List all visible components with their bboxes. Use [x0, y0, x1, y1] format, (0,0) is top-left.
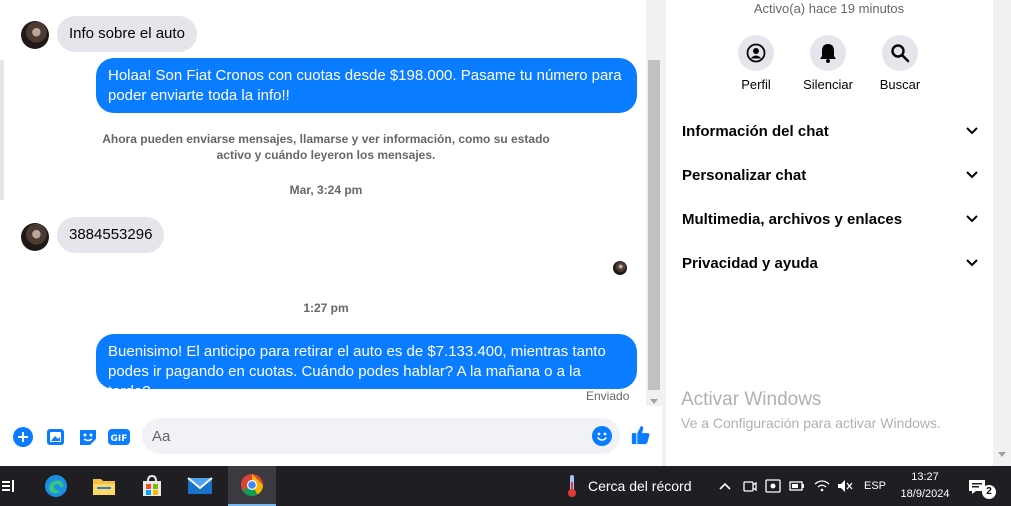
wifi-icon[interactable]	[813, 476, 831, 496]
scrollbar-thumb[interactable]	[648, 60, 660, 390]
search-button[interactable]: Buscar	[864, 35, 936, 92]
taskview-icon[interactable]	[0, 466, 16, 506]
edge-icon[interactable]	[38, 466, 74, 506]
message-text-line: Buenisimo! El anticipo para retirar el a…	[108, 343, 606, 360]
incoming-message[interactable]: Info sobre el auto	[57, 16, 197, 52]
outgoing-message[interactable]: Holaa! Son Fiat Cronos con cuotas desde …	[96, 58, 637, 113]
bell-icon	[810, 35, 846, 71]
weather-text: Cerca del récord	[588, 478, 692, 494]
mute-button[interactable]: Silenciar	[792, 35, 864, 92]
section-privacy-help[interactable]: Privacidad y ayuda	[682, 252, 980, 274]
weather-widget[interactable]: Cerca del récord	[588, 466, 698, 506]
clock-date: 18/9/2024	[900, 488, 950, 500]
timestamp: 1:27 pm	[303, 301, 349, 315]
mute-label: Silenciar	[803, 77, 853, 92]
section-title: Información del chat	[682, 122, 829, 140]
emoji-icon[interactable]	[592, 426, 612, 451]
incoming-message[interactable]: 3884553296	[57, 217, 165, 253]
message-input[interactable]	[142, 418, 542, 454]
contact-avatar[interactable]	[21, 223, 49, 251]
chrome-icon[interactable]	[228, 466, 276, 506]
left-scroll-edge	[0, 60, 4, 200]
language-indicator[interactable]: ESP	[862, 476, 888, 496]
chevron-up-icon[interactable]	[716, 476, 734, 496]
message-text-line: poder enviarte toda la info!!	[108, 87, 290, 104]
scroll-down-arrow[interactable]	[998, 452, 1006, 457]
activate-windows-watermark: Activar Windows Ve a Configuración para …	[681, 389, 941, 431]
sticker-icon[interactable]	[77, 426, 99, 448]
message-composer: GIF	[0, 412, 662, 460]
profile-label: Perfil	[741, 77, 771, 92]
search-icon	[882, 35, 918, 71]
section-title: Personalizar chat	[682, 166, 807, 184]
image-icon[interactable]	[45, 426, 67, 448]
message-input-box[interactable]	[142, 418, 620, 454]
file-explorer-icon[interactable]	[86, 466, 122, 506]
message-text-line: Holaa! Son Fiat Cronos con cuotas desde …	[108, 67, 622, 84]
profile-button[interactable]: Perfil	[720, 35, 792, 92]
section-title: Privacidad y ayuda	[682, 254, 818, 272]
section-title: Multimedia, archivos y enlaces	[682, 210, 903, 228]
section-customize-chat[interactable]: Personalizar chat	[682, 164, 980, 186]
plus-icon[interactable]	[12, 426, 34, 448]
system-notice-line: Ahora pueden enviarse mensajes, llamarse…	[102, 132, 550, 146]
chevron-down-icon	[964, 211, 980, 227]
outgoing-message[interactable]: Buenisimo! El anticipo para retirar el a…	[96, 334, 637, 400]
message-text: Info sobre el auto	[69, 25, 185, 42]
chat-thread: Info sobre el auto Holaa! Son Fiat Crono…	[0, 0, 662, 466]
thumbs-up-icon[interactable]	[630, 424, 652, 446]
active-status: Activo(a) hace 19 minutos	[753, 1, 905, 16]
delivery-status: Enviado	[586, 389, 630, 403]
watermark-subtitle: Ve a Configuración para activar Windows.	[681, 415, 941, 431]
battery-icon[interactable]	[788, 476, 806, 496]
section-media-files[interactable]: Multimedia, archivos y enlaces	[682, 208, 980, 230]
watermark-title: Activar Windows	[681, 389, 822, 410]
clock-time: 13:27	[911, 471, 939, 483]
chevron-down-icon	[964, 255, 980, 271]
chevron-down-icon	[964, 123, 980, 139]
search-label: Buscar	[879, 77, 921, 92]
thermometer-icon[interactable]	[560, 466, 584, 506]
volume-muted-icon[interactable]	[836, 476, 854, 496]
system-notice-line: activo y cuándo leyeron los mensajes.	[216, 148, 436, 162]
store-icon[interactable]	[134, 466, 170, 506]
profile-icon	[738, 35, 774, 71]
panel-scrollbar[interactable]	[993, 0, 1011, 466]
system-clock[interactable]: 13:27 18/9/2024	[894, 469, 956, 503]
scroll-down-arrow[interactable]	[650, 399, 658, 404]
notification-count-badge: 2	[982, 485, 996, 499]
screen: Info sobre el auto Holaa! Son Fiat Crono…	[0, 0, 1011, 506]
screen-capture-icon[interactable]	[764, 476, 782, 496]
timestamp: Mar, 3:24 pm	[289, 183, 363, 197]
message-text: 3884553296	[69, 226, 153, 243]
mail-icon[interactable]	[182, 466, 218, 506]
contact-avatar[interactable]	[21, 21, 49, 49]
system-notice: Ahora pueden enviarse mensajes, llamarse…	[96, 131, 556, 163]
message-text-line: podes ir pagando en cuotas. Cuándo podes…	[108, 363, 581, 400]
gif-icon[interactable]: GIF	[108, 426, 130, 448]
section-chat-info[interactable]: Información del chat	[682, 120, 980, 142]
chevron-down-icon	[964, 167, 980, 183]
read-receipt-avatar	[613, 261, 627, 275]
chat-scrollbar[interactable]	[646, 0, 662, 406]
windows-taskbar: Cerca del récord ESP 13:27 18/9/2024 2	[0, 466, 1011, 506]
svg-text:GIF: GIF	[111, 434, 128, 444]
meet-now-icon[interactable]	[741, 476, 759, 496]
